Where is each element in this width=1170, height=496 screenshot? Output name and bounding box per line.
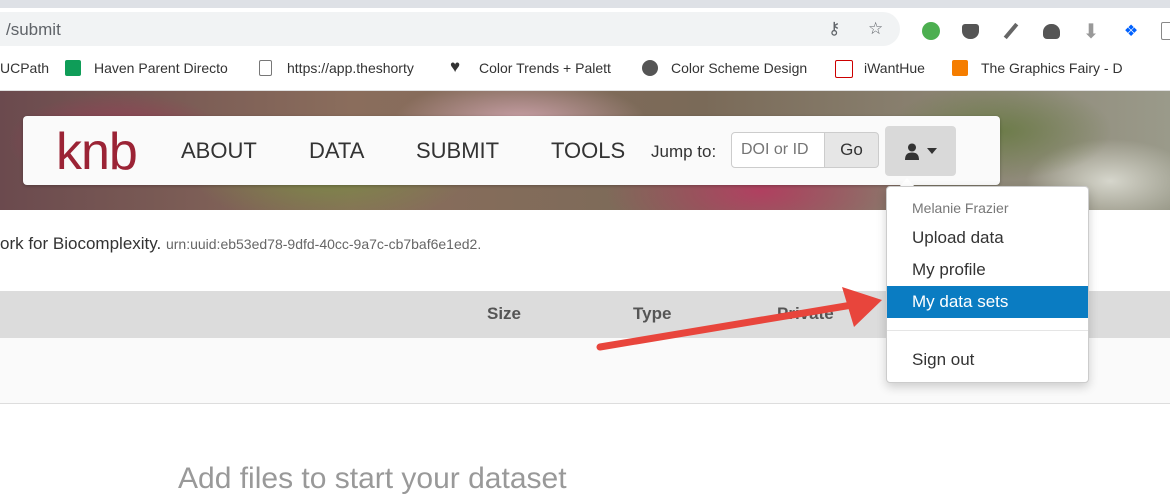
- browser-toolbar: /submit ⚷ ☆ ⬇ ❖: [0, 8, 1170, 50]
- dataset-urn: urn:uuid:eb53ed78-9dfd-40cc-9a7c-cb7baf6…: [165, 236, 482, 252]
- doi-search-input[interactable]: [731, 132, 825, 168]
- extension-box-icon[interactable]: [1158, 20, 1170, 42]
- dropbox-icon[interactable]: ❖: [1120, 20, 1142, 42]
- user-dropdown-menu: Melanie Frazier Upload data My profile M…: [886, 186, 1089, 383]
- bookmarks-bar: UCPath Haven Parent Directo https://app.…: [0, 50, 1170, 91]
- blogger-icon: [952, 60, 968, 76]
- column-size: Size: [487, 304, 522, 323]
- pocket-icon[interactable]: [959, 20, 981, 42]
- color-scheme-icon: [642, 60, 658, 76]
- dropdown-user-name: Melanie Frazier: [912, 200, 1009, 216]
- nav-submit[interactable]: SUBMIT: [416, 138, 499, 164]
- nav-tools[interactable]: TOOLS: [551, 138, 625, 164]
- bookmark-color-scheme[interactable]: Color Scheme Design: [671, 60, 813, 76]
- user-icon: [904, 143, 919, 160]
- sheets-icon: [65, 60, 81, 76]
- caret-down-icon: [926, 148, 937, 154]
- jump-to-label: Jump to:: [651, 142, 717, 161]
- site-navbar: knb ABOUT DATA SUBMIT TOOLS Jump to: Go: [23, 116, 1000, 185]
- bookmark-graphics-fairy[interactable]: The Graphics Fairy - D: [981, 60, 1126, 76]
- bookmark-color-trends[interactable]: Color Trends + Palett: [479, 60, 619, 76]
- annotation-arrow: [596, 287, 882, 351]
- knb-logo[interactable]: knb: [56, 122, 138, 182]
- bookmark-star-icon[interactable]: ☆: [868, 19, 883, 39]
- bookmark-haven-parent[interactable]: Haven Parent Directo: [94, 60, 234, 76]
- extension-green-icon[interactable]: [920, 20, 942, 42]
- page-subtitle: ork for Biocomplexity. urn:uuid:eb53ed78…: [0, 234, 481, 254]
- hearts-icon: ♥: [450, 57, 461, 76]
- octocat-icon[interactable]: [1040, 20, 1062, 42]
- key-icon[interactable]: ⚷: [828, 19, 840, 39]
- add-files-heading: Add files to start your dataset: [178, 462, 567, 495]
- user-menu-button[interactable]: [885, 126, 956, 176]
- menu-my-data-sets[interactable]: My data sets: [887, 286, 1088, 318]
- menu-my-profile[interactable]: My profile: [887, 254, 1088, 286]
- iwanthue-icon: [835, 60, 853, 78]
- go-button[interactable]: Go: [824, 132, 879, 168]
- menu-divider: [887, 330, 1088, 331]
- bookmark-theshorty[interactable]: https://app.theshorty: [287, 60, 427, 76]
- page-icon: [259, 60, 272, 76]
- download-icon[interactable]: ⬇: [1080, 20, 1102, 43]
- browser-tabstrip: [0, 0, 1170, 8]
- bookmark-iwanthue[interactable]: iWantHue: [864, 60, 925, 76]
- menu-sign-out[interactable]: Sign out: [887, 344, 1088, 376]
- nav-about[interactable]: ABOUT: [181, 138, 257, 164]
- menu-upload-data[interactable]: Upload data: [887, 222, 1088, 254]
- url-text[interactable]: /submit: [6, 20, 61, 40]
- address-bar[interactable]: /submit ⚷ ☆: [0, 12, 900, 46]
- bookmark-ucpath[interactable]: UCPath: [0, 60, 49, 76]
- nav-data[interactable]: DATA: [309, 138, 364, 164]
- eyedropper-icon[interactable]: [1000, 20, 1022, 42]
- subtitle-text: ork for Biocomplexity.: [0, 234, 162, 253]
